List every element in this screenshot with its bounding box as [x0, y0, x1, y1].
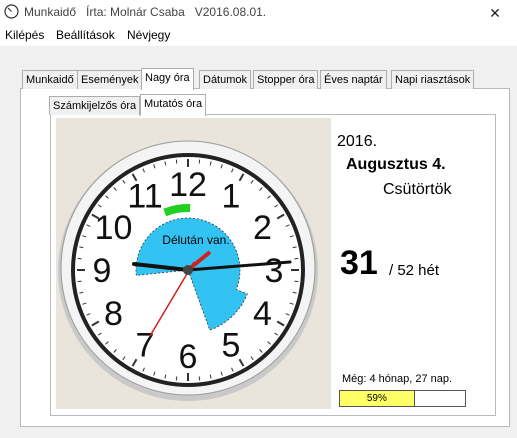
clock-numeral: 1 — [222, 178, 241, 216]
tab-esemenyek[interactable]: Események — [77, 70, 143, 89]
clock-content: 12 1 2 3 4 5 6 7 8 9 10 11 Délután van. 2016. Augus… — [56, 118, 469, 409]
tab-datumok[interactable]: Dátumok — [199, 70, 252, 89]
date-label: Augusztus 4. — [346, 156, 446, 173]
year-remaining-text: Még: 4 hónap, 27 nap. — [342, 373, 453, 385]
week-number: 31 — [340, 244, 378, 282]
clock-numeral: 12 — [169, 166, 207, 204]
week-total: / 52 hét — [389, 262, 440, 279]
period-label: Délután van. — [162, 233, 229, 247]
weekday-label: Csütörtök — [383, 181, 452, 198]
menu-bar: Kilépés Beállítások Névjegy — [0, 26, 517, 46]
clock-numeral: 3 — [265, 252, 284, 290]
clock-numeral: 11 — [127, 178, 162, 216]
clock-numeral: 6 — [179, 338, 198, 376]
clock-numeral: 9 — [93, 252, 112, 290]
analog-clock: 12 1234567891011 Délután van. — [58, 140, 318, 401]
clock-numeral: 2 — [253, 209, 272, 247]
status-strip — [0, 430, 517, 438]
menu-nevjegy[interactable]: Névjegy — [127, 28, 170, 42]
title-bar: Munkaidő Írta: Molnár Csaba V2016.08.01.… — [0, 0, 517, 26]
tab-nagy-ora[interactable]: Nagy óra — [141, 68, 194, 90]
clock-center-cap — [183, 265, 193, 275]
menu-kilepes[interactable]: Kilépés — [5, 28, 44, 42]
period-arc — [163, 204, 191, 217]
menu-beallitasok[interactable]: Beállítások — [56, 28, 115, 42]
window-title: Munkaidő Írta: Molnár Csaba V2016.08.01. — [24, 5, 267, 19]
clock-numeral: 4 — [253, 295, 272, 333]
year-progress-label: 59% — [366, 393, 387, 404]
tab-munkaido[interactable]: Munkaidő — [22, 70, 78, 89]
clock-numeral: 8 — [104, 295, 123, 333]
tab-napi-riasztasok[interactable]: Napi riasztások — [391, 70, 475, 89]
tab-stopper-ora[interactable]: Stopper óra — [253, 70, 319, 89]
clock-app-icon — [4, 4, 19, 19]
tab-szamkijelzos-ora[interactable]: Számkijelzős óra — [49, 96, 141, 115]
close-button[interactable]: ✕ — [473, 0, 517, 26]
year-label: 2016. — [337, 133, 378, 150]
tab-eves-naptar[interactable]: Éves naptár — [320, 70, 387, 89]
tab-mutatos-ora[interactable]: Mutatós óra — [140, 94, 207, 116]
year-progress-bar: 59% — [339, 390, 466, 407]
clock-numeral: 5 — [222, 326, 241, 364]
